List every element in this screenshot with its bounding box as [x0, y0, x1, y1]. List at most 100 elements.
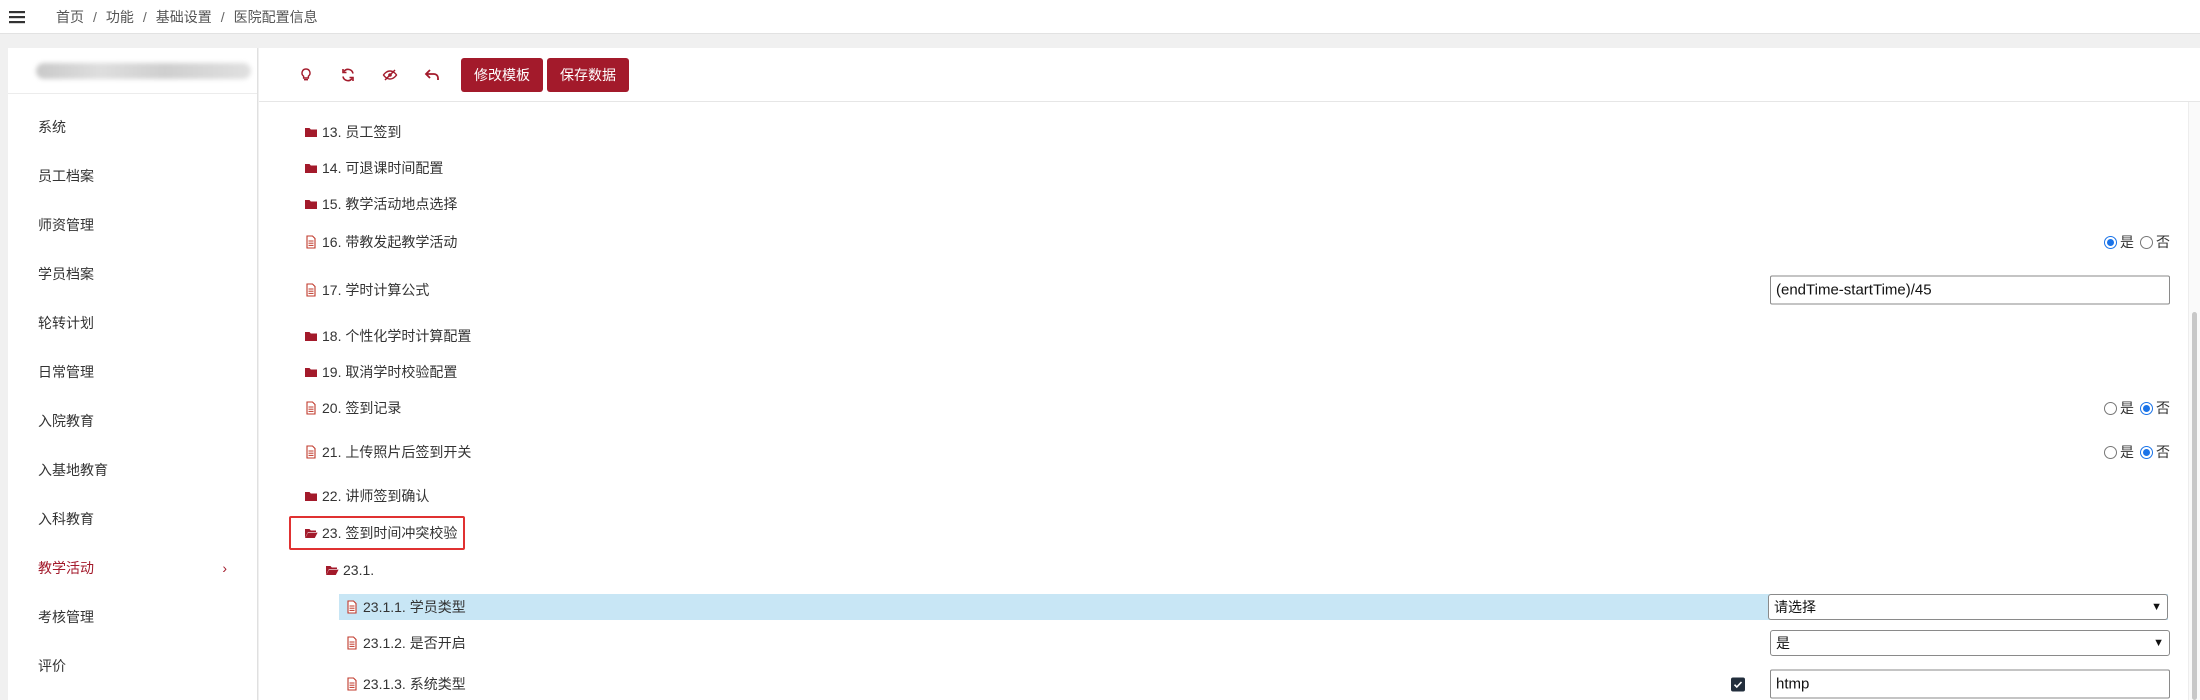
folder-icon [305, 164, 317, 173]
sidebar-item-evaluation[interactable]: 评价 [8, 641, 257, 690]
radio-label: 否 [2156, 234, 2170, 250]
config-tree: 13. 员工签到 14. 可退课时间配置 15. 教学活动地点选择 16. 带教… [259, 102, 2200, 700]
bulb-icon[interactable] [285, 59, 327, 91]
enable-control: 是 ▼ [1770, 630, 2170, 656]
radio-button[interactable] [2140, 235, 2153, 249]
sidebar-item-rotation-plan[interactable]: 轮转计划 [8, 298, 257, 347]
sidebar-item-department-orientation[interactable]: 入科教育 [8, 494, 257, 543]
tree-node[interactable]: 15. 教学活动地点选择 [304, 194, 457, 214]
radio-option-yes[interactable]: 是 [2104, 232, 2134, 252]
chevron-down-icon: ▼ [2151, 601, 2162, 613]
toolbar: 修改模板 保存数据 [259, 48, 2200, 102]
sidebar-item-teaching-activity[interactable]: 教学活动 › [8, 543, 257, 592]
radio-option-no[interactable]: 否 [2140, 398, 2170, 418]
formula-input[interactable]: (endTime-startTime)/45 [1770, 275, 2170, 305]
tree-node-label: 23. 签到时间冲突校验 [322, 525, 458, 541]
tree-node[interactable]: 14. 可退课时间配置 [304, 158, 443, 178]
sidebar-item-label: 员工档案 [38, 167, 94, 184]
sidebar-item-student-archive[interactable]: 学员档案 [8, 249, 257, 298]
top-bar: 首页 / 功能 / 基础设置 / 医院配置信息 [0, 0, 2200, 34]
undo-icon[interactable] [411, 59, 453, 91]
select-value: 请选择 [1774, 599, 1816, 615]
student-type-select[interactable]: 请选择 ▼ [1768, 594, 2168, 620]
tree-node-label: 23.1.2. 是否开启 [363, 635, 466, 651]
sidebar-header [8, 48, 257, 94]
sidebar-item-hospital-orientation[interactable]: 入院教育 [8, 396, 257, 445]
tree-node-label: 14. 可退课时间配置 [322, 160, 444, 176]
tree-node-label: 23.1.1. 学员类型 [363, 599, 466, 615]
hamburger-menu-icon[interactable] [0, 0, 34, 34]
sidebar-item-faculty[interactable]: 师资管理 [8, 200, 257, 249]
sidebar-item-daily-management[interactable]: 日常管理 [8, 347, 257, 396]
breadcrumb-separator: / [220, 8, 225, 25]
tree-node-label: 22. 讲师签到确认 [322, 488, 430, 504]
tree-node[interactable]: 22. 讲师签到确认 [304, 486, 429, 506]
scrollbar-thumb[interactable] [2192, 312, 2197, 700]
tree-node[interactable]: 21. 上传照片后签到开关 [304, 442, 471, 462]
tree-node[interactable]: 17. 学时计算公式 [304, 280, 429, 300]
folder-icon [305, 492, 317, 501]
radio-button[interactable] [2104, 445, 2117, 459]
refresh-icon[interactable] [327, 59, 369, 91]
radio-label: 否 [2156, 444, 2170, 460]
system-type-input[interactable]: htmp [1770, 669, 2170, 699]
tree-node[interactable]: 23.1.1. 学员类型 [345, 597, 466, 617]
radio-button[interactable] [2104, 235, 2117, 249]
sidebar-item-assessment[interactable]: 考核管理 [8, 592, 257, 641]
system-type-checkbox[interactable] [1731, 677, 1745, 691]
tree-node-label: 18. 个性化学时计算配置 [322, 328, 472, 344]
vertical-scrollbar[interactable] [2188, 102, 2200, 700]
sidebar-item-label: 评价 [38, 657, 66, 674]
sidebar-item-staff-archive[interactable]: 员工档案 [8, 151, 257, 200]
sidebar-item-system[interactable]: 系统 [8, 102, 257, 151]
breadcrumb-item-home[interactable]: 首页 [56, 7, 84, 27]
sidebar: 系统 员工档案 师资管理 学员档案 轮转计划 日常管理 入院教育 入基地教育 入… [8, 48, 258, 700]
tree-node-label: 23.1. [343, 562, 375, 578]
sidebar-item-label: 入基地教育 [38, 461, 108, 478]
folder-open-icon [305, 529, 318, 538]
tree-row: 23. 签到时间冲突校验 [259, 514, 2200, 552]
radio-button[interactable] [2104, 401, 2117, 415]
tree-node-selected[interactable]: 23. 签到时间冲突校验 [304, 523, 457, 543]
tree-node[interactable]: 23.1. [325, 562, 374, 578]
tree-row: 16. 带教发起教学活动 是 否 [259, 222, 2200, 262]
tree-row: 23.1. [259, 552, 2200, 588]
edit-template-button[interactable]: 修改模板 [461, 57, 543, 92]
tree-node[interactable]: 23.1.2. 是否开启 [345, 633, 466, 653]
tree-node-label: 15. 教学活动地点选择 [322, 196, 458, 212]
breadcrumb-item-basic-settings[interactable]: 基础设置 [156, 7, 212, 27]
radio-option-no[interactable]: 否 [2140, 442, 2170, 462]
radio-option-yes[interactable]: 是 [2104, 442, 2134, 462]
sidebar-item-label: 轮转计划 [38, 314, 94, 331]
file-icon [347, 600, 357, 614]
radio-option-no[interactable]: 否 [2140, 232, 2170, 252]
tree-row: 23.1.2. 是否开启 是 ▼ [259, 622, 2200, 664]
tree-node[interactable]: 19. 取消学时校验配置 [304, 362, 457, 382]
tree-node[interactable]: 20. 签到记录 [304, 398, 401, 418]
folder-icon [305, 200, 317, 209]
tree-node[interactable]: 16. 带教发起教学活动 [304, 232, 457, 252]
checkmark-icon [1733, 680, 1743, 688]
folder-open-icon [326, 566, 339, 575]
tree-row: 20. 签到记录 是 否 [259, 390, 2200, 426]
breadcrumb-item-function[interactable]: 功能 [106, 7, 134, 27]
radio-option-yes[interactable]: 是 [2104, 398, 2134, 418]
sidebar-item-base-orientation[interactable]: 入基地教育 [8, 445, 257, 494]
file-icon [306, 445, 316, 459]
eye-slash-icon[interactable] [369, 59, 411, 91]
radio-label: 是 [2120, 400, 2134, 416]
tree-node[interactable]: 13. 员工签到 [304, 122, 401, 142]
tree-row: 18. 个性化学时计算配置 [259, 318, 2200, 354]
radio-button[interactable] [2140, 401, 2153, 415]
tree-node[interactable]: 18. 个性化学时计算配置 [304, 326, 471, 346]
tree-node[interactable]: 23.1.3. 系统类型 [345, 674, 466, 694]
save-data-button[interactable]: 保存数据 [547, 57, 629, 92]
tree-node-label: 13. 员工签到 [322, 124, 402, 140]
tree-row: 19. 取消学时校验配置 [259, 354, 2200, 390]
tree-row: 17. 学时计算公式 (endTime-startTime)/45 [259, 262, 2200, 318]
radio-button[interactable] [2140, 445, 2153, 459]
student-type-control: 请选择 ▼ [1768, 594, 2168, 620]
enable-select[interactable]: 是 ▼ [1770, 630, 2170, 656]
tree-node-label: 23.1.3. 系统类型 [363, 676, 466, 692]
yes-no-radio-group: 是 否 [2098, 398, 2170, 418]
